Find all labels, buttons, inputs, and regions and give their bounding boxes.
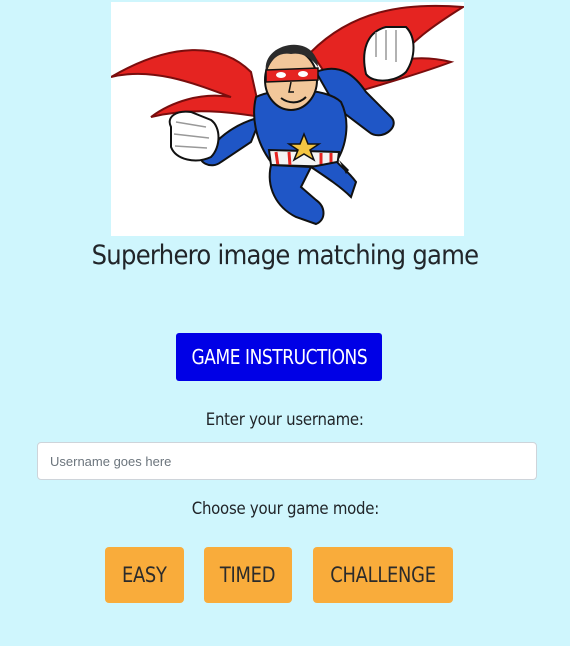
page-title: Superhero image matching game <box>91 240 480 271</box>
username-label-text: Enter your username: <box>206 410 364 430</box>
game-instructions-label: GAME INSTRUCTIONS <box>191 345 368 369</box>
superhero-illustration <box>111 4 464 226</box>
easy-mode-button[interactable]: EASY <box>105 547 184 603</box>
superhero-image <box>111 2 464 236</box>
game-mode-label-text: Choose your game mode: <box>191 499 379 519</box>
game-instructions-button[interactable]: GAME INSTRUCTIONS <box>176 333 382 381</box>
challenge-mode-button[interactable]: CHALLENGE <box>313 547 453 603</box>
challenge-mode-label: CHALLENGE <box>330 563 436 587</box>
timed-mode-button[interactable]: TIMED <box>204 547 292 603</box>
easy-mode-label: EASY <box>122 563 167 587</box>
game-mode-label: Choose your game mode: <box>0 499 570 519</box>
username-label: Enter your username: <box>0 410 570 430</box>
username-input[interactable] <box>37 442 537 480</box>
timed-mode-label: TIMED <box>220 563 276 587</box>
